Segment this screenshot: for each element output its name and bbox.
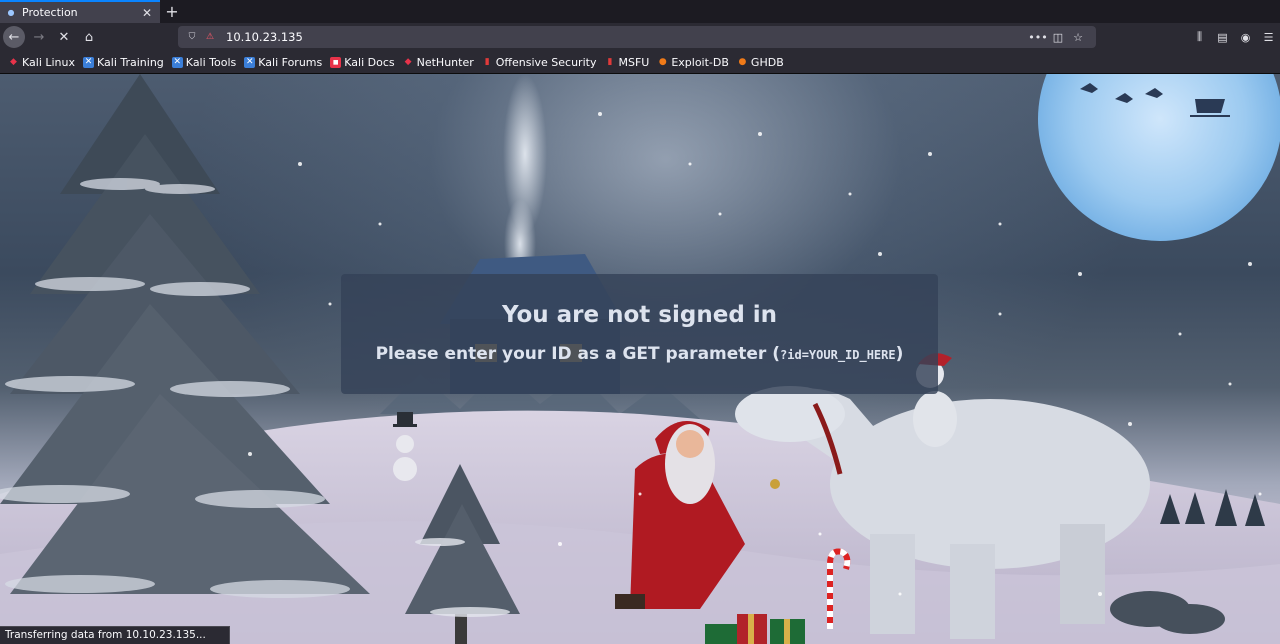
kali-tools-icon: ✕ xyxy=(171,56,183,68)
url-text[interactable]: 10.10.23.135 xyxy=(226,30,1028,44)
pocket-icon[interactable]: ◫ xyxy=(1048,31,1068,44)
bookmark-kali-tools[interactable]: ✕ Kali Tools xyxy=(171,55,237,69)
new-tab-button[interactable]: + xyxy=(160,0,184,23)
bookmark-label: Kali Training xyxy=(97,55,164,69)
bookmark-label: Kali Linux xyxy=(22,55,76,69)
bookmark-exploit-db[interactable]: ● Exploit-DB xyxy=(657,56,729,69)
page-title: You are not signed in xyxy=(501,302,778,328)
instruction-prefix: Please enter your ID as a GET parameter … xyxy=(375,344,781,364)
nethunter-icon: ◆ xyxy=(404,57,412,67)
sidebar-icon[interactable]: ▤ xyxy=(1211,26,1234,48)
toolbar-right: ⫼ ▤ ◉ ☰ xyxy=(1188,26,1280,48)
bookmarks-toolbar: ◆ Kali Linux ✕ Kali Training ✕ Kali Tool… xyxy=(0,51,1280,74)
bookmark-star-icon[interactable]: ☆ xyxy=(1068,31,1088,44)
address-bar[interactable]: ⛉ ⚠ 10.10.23.135 ••• ◫ ☆ xyxy=(178,26,1096,48)
bookmark-kali-training[interactable]: ✕ Kali Training xyxy=(83,56,164,69)
tab-title: Protection xyxy=(22,6,78,19)
library-icon[interactable]: ⫼ xyxy=(1188,26,1211,48)
instruction-suffix: ) xyxy=(895,344,904,364)
home-button[interactable]: ⌂ xyxy=(78,26,100,48)
bookmark-label: Kali Tools xyxy=(185,55,237,69)
forward-button[interactable]: → xyxy=(28,26,50,48)
bookmark-label: Exploit-DB xyxy=(671,55,729,69)
instruction-text: Please enter your ID as a GET parameter … xyxy=(341,344,938,364)
page-actions-icon[interactable]: ••• xyxy=(1028,31,1048,44)
exploit-db-icon: ● xyxy=(658,57,667,67)
bookmark-kali-docs[interactable]: ■ Kali Docs xyxy=(330,55,395,69)
menu-icon[interactable]: ☰ xyxy=(1257,26,1280,48)
msfu-icon: ▮ xyxy=(607,57,613,67)
back-button[interactable]: ← xyxy=(3,26,25,48)
bookmark-ghdb[interactable]: ● GHDB xyxy=(737,55,784,69)
stop-button[interactable]: ✕ xyxy=(53,26,75,48)
bookmark-offensive-security[interactable]: ▮ Offensive Security xyxy=(482,56,597,69)
kali-docs-icon: ■ xyxy=(330,56,342,68)
bookmark-label: GHDB xyxy=(750,55,784,69)
page-viewport: You are not signed in Please enter your … xyxy=(0,74,1280,644)
tab-close-icon[interactable]: ✕ xyxy=(140,6,154,20)
kali-training-icon: ✕ xyxy=(83,56,95,68)
kali-forums-icon: ✕ xyxy=(244,56,256,68)
bookmark-label: Kali Docs xyxy=(344,55,395,69)
bookmark-kali-forums[interactable]: ✕ Kali Forums xyxy=(244,56,322,69)
tab-favicon-icon: ● xyxy=(7,8,15,17)
tracking-protection-shield-icon[interactable]: ⛉ xyxy=(186,32,198,42)
ghdb-icon: ● xyxy=(738,57,747,67)
account-icon[interactable]: ◉ xyxy=(1234,26,1257,48)
navigation-bar: ← → ✕ ⌂ ⛉ ⚠ 10.10.23.135 ••• ◫ ☆ ⫼ ▤ ◉ ☰ xyxy=(0,23,1280,51)
bookmark-kali-linux[interactable]: ◆ Kali Linux xyxy=(8,56,75,69)
moon-icon xyxy=(1038,74,1280,241)
id-parameter-code: ?id=YOUR_ID_HERE xyxy=(780,348,896,362)
bookmark-msfu[interactable]: ▮ MSFU xyxy=(604,56,649,69)
bookmark-label: MSFU xyxy=(618,55,650,69)
tab-strip: ● Protection ✕ + xyxy=(0,0,1280,23)
tab-protection[interactable]: ● Protection ✕ xyxy=(0,0,160,23)
bookmark-label: Offensive Security xyxy=(495,55,597,69)
sign-in-notice-panel: You are not signed in Please enter your … xyxy=(341,274,938,394)
kali-dragon-icon: ◆ xyxy=(10,57,17,67)
offsec-icon: ▮ xyxy=(484,57,490,67)
bookmark-label: Kali Forums xyxy=(258,55,323,69)
bookmark-label: NetHunter xyxy=(416,55,474,69)
bookmark-nethunter[interactable]: ◆ NetHunter xyxy=(403,56,474,69)
insecure-connection-icon[interactable]: ⚠ xyxy=(204,32,216,42)
status-bar: Transferring data from 10.10.23.135... xyxy=(0,626,230,644)
